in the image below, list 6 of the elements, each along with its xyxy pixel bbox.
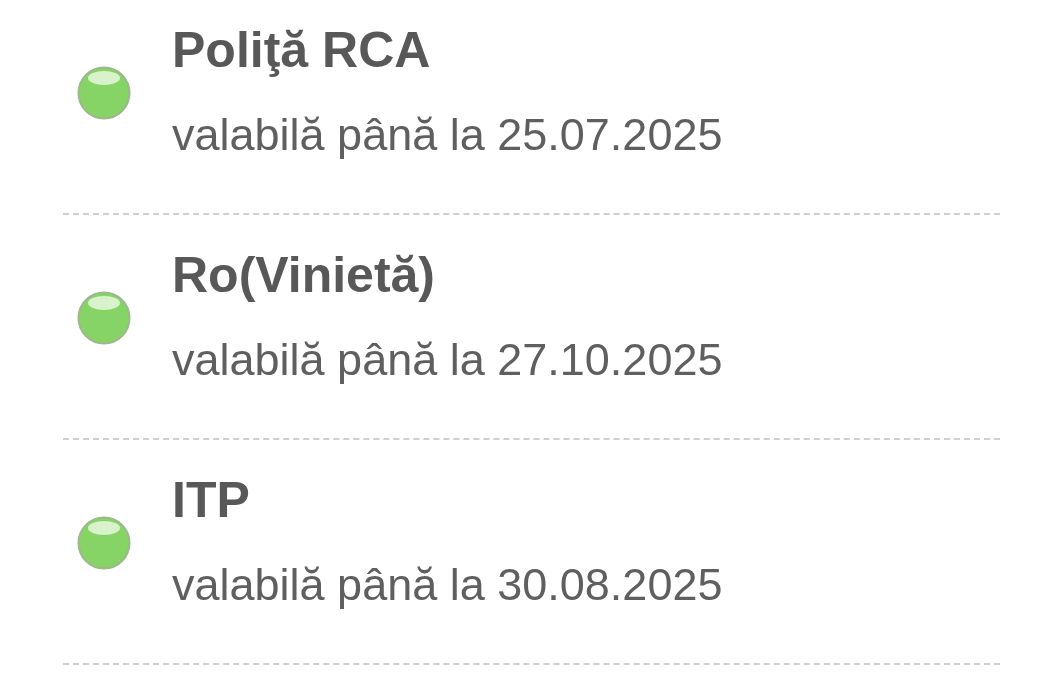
document-title: ITP [172,471,251,530]
validity-text: valabilă până la 30.08.2025 [172,558,723,612]
validity-text: valabilă până la 25.07.2025 [172,108,723,162]
validity-text: valabilă până la 27.10.2025 [172,333,723,387]
document-title: Poliţă RCA [172,21,432,80]
document-title: Ro(Vinietă) [172,246,436,305]
